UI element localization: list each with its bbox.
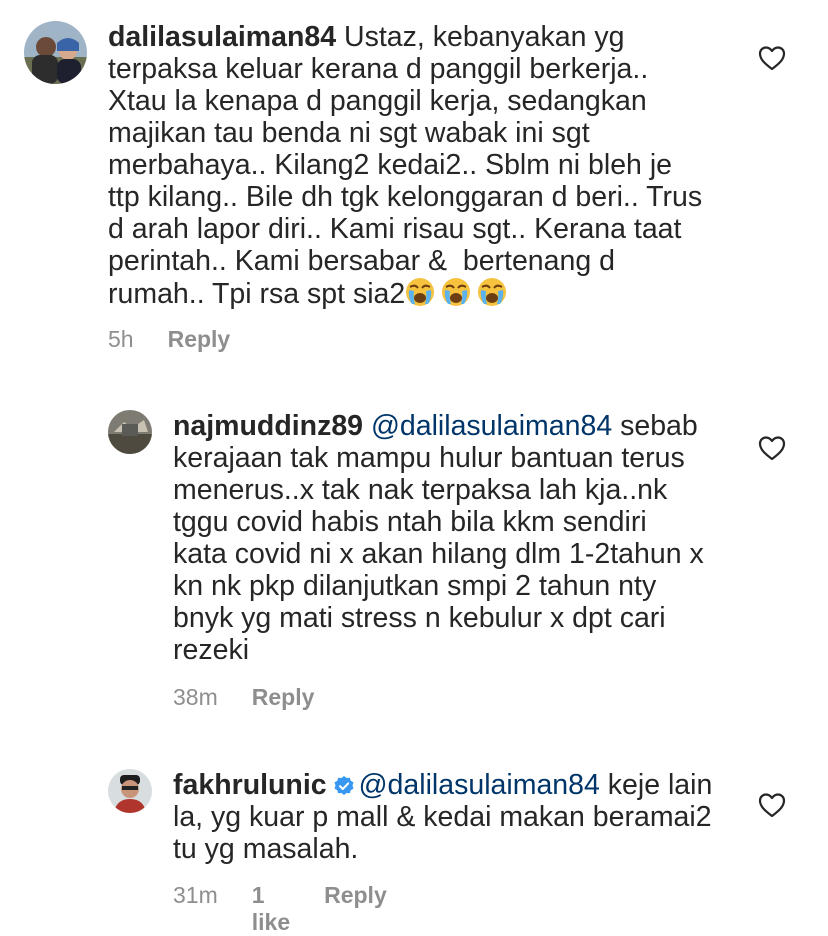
like-heart-icon[interactable] — [758, 45, 786, 71]
comment-line: sebab — [620, 410, 698, 442]
like-heart-icon[interactable] — [758, 435, 786, 461]
comment-username[interactable]: najmuddinz89 — [173, 410, 363, 442]
comment-line: terpaksa keluar kerana d panggil berkerj… — [108, 53, 649, 85]
comment-line: Ustaz, kebanyakan yg — [344, 21, 625, 53]
comment-line: tu yg masalah. — [173, 833, 359, 865]
reply-button[interactable]: Reply — [168, 326, 231, 353]
comment-line: menerus..x tak nak terpaksa lah kja..nk — [173, 474, 668, 506]
comment-line: rumah.. Tpi rsa spt sia2 — [108, 278, 406, 310]
avatar[interactable] — [108, 769, 152, 813]
comment-line: tggu covid habis ntah bila kkm sendiri — [173, 506, 647, 538]
crying-face-emoji — [405, 277, 435, 307]
user-mention-link[interactable]: @dalilasulaiman84 — [359, 769, 600, 801]
comment-line: majikan tau benda ni sgt wabak ini sgt — [108, 117, 590, 149]
reply-button[interactable]: Reply — [252, 684, 315, 711]
comment-line: la, yg kuar p mall & kedai makan beramai… — [173, 801, 712, 833]
avatar[interactable] — [108, 410, 152, 454]
reply-button[interactable]: Reply — [324, 882, 387, 909]
comment-line: kerajaan tak mampu hulur bantuan terus — [173, 442, 685, 474]
crying-face-emoji — [477, 277, 507, 307]
comment-line: keje lain — [607, 769, 713, 801]
comment-timestamp: 38m — [173, 684, 218, 710]
comment-username[interactable]: dalilasulaiman84 — [108, 21, 336, 53]
comment-text: najmuddinz89 @dalilasulaiman84 sebab ker… — [173, 410, 793, 666]
comment-line: ttp kilang.. Bile dh tgk kelonggaran d b… — [108, 181, 703, 213]
comment-timestamp: 31m — [173, 882, 218, 908]
comment-line: kn nk pkp dilanjutkan smpi 2 tahun nty — [173, 570, 657, 602]
comment-meta: 31m 1 like Reply — [173, 882, 387, 936]
like-heart-icon[interactable] — [758, 792, 786, 818]
crying-face-emoji — [441, 277, 471, 307]
comment-line: perintah.. Kami bersabar & bertenang d — [108, 245, 615, 277]
comment-meta: 38m Reply — [173, 684, 314, 711]
like-count-link[interactable]: 1 like — [252, 882, 290, 936]
verified-badge-icon — [333, 775, 355, 797]
avatar[interactable] — [24, 21, 87, 84]
comment-line: d arah lapor diri.. Kami risau sgt.. Ker… — [108, 213, 682, 245]
comment-line: merbahaya.. Kilang2 kedai2.. Sblm ni ble… — [108, 149, 673, 181]
comment-meta: 5h Reply — [108, 326, 230, 353]
comment-username[interactable]: fakhrulunic — [173, 769, 327, 801]
comment-text: fakhrulunic @dalilasulaiman84 keje lain l… — [173, 769, 793, 865]
comment-line: kata covid ni x akan hilang dlm 1-2tahun… — [173, 538, 704, 570]
comment-line: Xtau la kenapa d panggil kerja, sedangka… — [108, 85, 647, 117]
user-mention-link[interactable]: @dalilasulaiman84 — [371, 410, 612, 442]
comment-line: rezeki — [173, 634, 250, 666]
comment-timestamp: 5h — [108, 326, 134, 352]
comment-line: bnyk yg mati stress n kebulur x dpt cari — [173, 602, 666, 634]
comment-text: dalilasulaiman84 Ustaz, kebanyakan yg te… — [108, 21, 788, 310]
